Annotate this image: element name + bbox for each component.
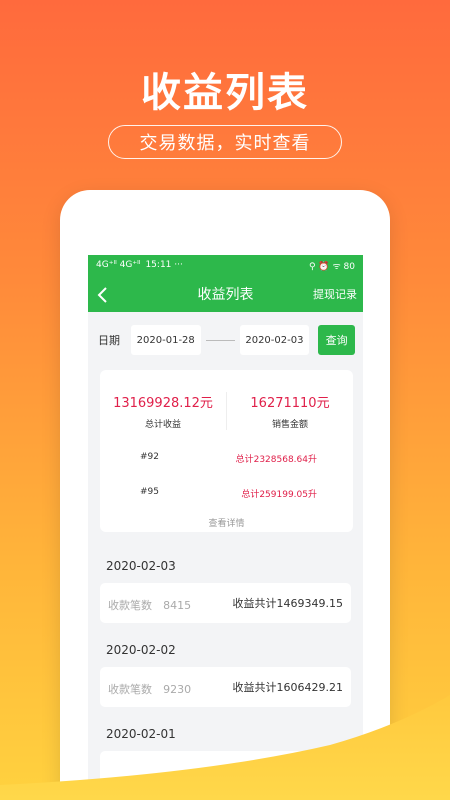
total-income-label: 总计收益 <box>144 420 181 430</box>
hero-subtitle: 交易数据，实时查看 <box>108 125 342 159</box>
sales-amount-value: 16271110元 <box>250 396 330 411</box>
fuel-row: #92 总计2328568.64升 <box>100 452 353 465</box>
view-details-link[interactable]: 查看详情 <box>100 516 353 529</box>
fuel-name: #95 <box>140 487 159 497</box>
query-button[interactable]: 查询 <box>318 325 355 355</box>
day-card[interactable]: 收款笔数 8415 收益共计1469349.15 <box>100 583 351 623</box>
date-label: 日期 <box>98 334 120 347</box>
day-total: 收益共计1469349.15 <box>232 597 343 610</box>
fuel-total: 总计2328568.64升 <box>235 455 317 465</box>
start-date-input[interactable]: 2020-01-28 <box>130 325 201 355</box>
status-bar: 4G⁺ᴵᴵ 4G⁺ᴵᴵ 15:11 ··· ⚲ ⏰ ᯤ 80 <box>88 255 363 275</box>
decorative-wave <box>0 695 450 800</box>
sales-amount-label: 销售金额 <box>271 420 308 430</box>
count-value: 8415 <box>163 598 192 612</box>
fuel-name: #92 <box>140 452 159 462</box>
withdraw-records-link[interactable]: 提现记录 <box>313 286 357 302</box>
chevron-left-icon[interactable] <box>96 275 108 312</box>
summary-card: 13169928.12元 总计收益 16271110元 销售金额 #92 总计2… <box>100 370 353 532</box>
hero-title: 收益列表 <box>141 70 309 116</box>
day-group: 2020-02-03 收款笔数 8415 收益共计1469349.15 <box>88 559 363 623</box>
end-date-input[interactable]: 2020-02-03 <box>239 325 310 355</box>
signal-indicator: 4G⁺ᴵᴵ 4G⁺ᴵᴵ <box>96 260 141 270</box>
day-date: 2020-02-03 <box>106 559 176 573</box>
status-icons: ⚲ ⏰ ᯤ 80 <box>308 261 355 272</box>
date-separator <box>205 339 235 341</box>
day-date: 2020-02-02 <box>106 643 176 657</box>
total-income-block: 13169928.12元 总计收益 <box>100 392 226 430</box>
count-label: 收款笔数 <box>108 598 152 612</box>
totals-row: 13169928.12元 总计收益 16271110元 销售金额 <box>100 370 353 430</box>
nav-bar: 收益列表 提现记录 <box>88 275 363 312</box>
status-time: 15:11 ··· <box>145 260 183 270</box>
total-income-value: 13169928.12元 <box>113 396 213 411</box>
sales-amount-block: 16271110元 销售金额 <box>226 392 353 430</box>
fuel-row: #95 总计259199.05升 <box>100 487 353 500</box>
fuel-total: 总计259199.05升 <box>241 490 317 500</box>
date-filter: 日期 2020-01-28 2020-02-03 查询 <box>88 312 363 358</box>
